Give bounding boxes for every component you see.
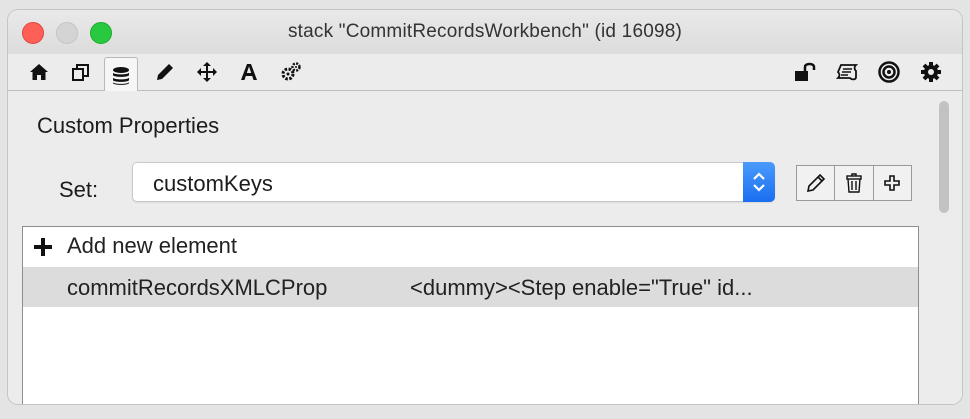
delete-set-button[interactable] — [835, 166, 874, 200]
tab-script[interactable] — [830, 56, 864, 88]
property-set-select[interactable]: customKeys — [132, 162, 775, 202]
add-icon — [884, 175, 901, 191]
scroll-thumb[interactable] — [939, 101, 949, 213]
inspector-toolbar — [8, 54, 962, 93]
property-set-value: customKeys — [153, 171, 273, 196]
add-set-button[interactable] — [874, 166, 911, 200]
scrollbar[interactable] — [935, 101, 951, 401]
add-new-element-row[interactable]: Add new element — [23, 227, 918, 267]
custom-properties-pane: Custom Properties Set: customKeys Add ne… — [8, 91, 962, 404]
chevron-up-down-icon — [753, 172, 765, 192]
copy-icon — [72, 64, 89, 81]
property-key: commitRecordsXMLCProp — [67, 275, 328, 300]
tab-lock[interactable] — [788, 56, 822, 88]
set-actions — [796, 165, 912, 201]
trash-icon — [846, 173, 862, 193]
set-label: Set: — [59, 177, 99, 202]
text-icon — [241, 64, 257, 80]
tab-text[interactable] — [232, 56, 266, 88]
property-value: <dummy><Step enable="True" id... — [410, 275, 753, 300]
edit-set-button[interactable] — [797, 166, 836, 200]
list-item[interactable]: commitRecordsXMLCProp <dummy><Step enabl… — [23, 267, 918, 307]
tab-target[interactable] — [872, 56, 906, 88]
unlock-icon — [795, 62, 816, 81]
pencil-icon — [157, 64, 173, 80]
plus-icon — [34, 238, 52, 256]
section-title: Custom Properties — [37, 113, 220, 138]
home-icon — [30, 64, 48, 80]
tab-colors[interactable] — [148, 56, 182, 88]
script-icon — [836, 64, 858, 81]
tab-basic-properties[interactable] — [22, 56, 56, 88]
tab-advanced[interactable] — [274, 56, 308, 88]
tab-position[interactable] — [190, 56, 224, 88]
properties-list[interactable]: Add new element commitRecordsXMLCProp <d… — [22, 226, 919, 404]
edit-icon — [806, 173, 825, 193]
target-icon — [878, 61, 900, 83]
gears-icon — [281, 62, 301, 81]
database-icon — [113, 66, 129, 85]
gear-icon — [921, 62, 941, 82]
tab-settings[interactable] — [914, 56, 948, 88]
add-new-element-label: Add new element — [67, 233, 237, 258]
window-title: stack "CommitRecordsWorkbench" (id 16098… — [287, 21, 683, 42]
move-icon — [197, 62, 217, 82]
inspector-window: stack "CommitRecordsWorkbench" (id 16098… — [8, 10, 962, 404]
tab-custom-properties[interactable] — [104, 57, 138, 93]
tab-icons[interactable] — [64, 56, 98, 88]
select-arrows[interactable] — [743, 162, 775, 202]
title-bar[interactable]: stack "CommitRecordsWorkbench" (id 16098… — [8, 10, 962, 54]
